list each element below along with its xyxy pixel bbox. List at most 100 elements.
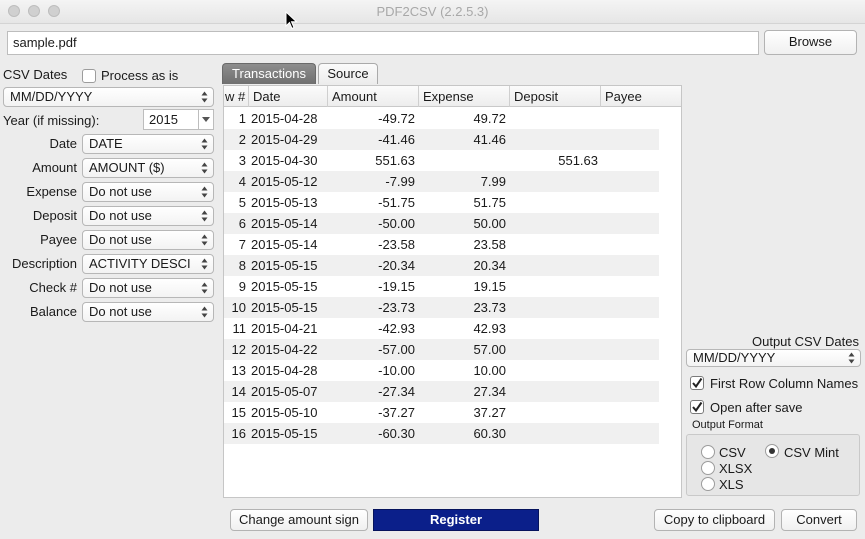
format-csv-radio[interactable] xyxy=(701,445,715,459)
column-header-row-number[interactable]: w # xyxy=(224,86,249,107)
cell-expense: 60.30 xyxy=(473,426,506,441)
cell-row-number: 15 xyxy=(231,405,246,420)
convert-button[interactable]: Convert xyxy=(781,509,857,531)
field-select-expense[interactable]: Do not use xyxy=(82,182,214,202)
tab-transactions[interactable]: Transactions xyxy=(222,63,316,84)
open-after-save-checkbox[interactable] xyxy=(690,400,704,414)
copy-to-clipboard-button[interactable]: Copy to clipboard xyxy=(654,509,775,531)
output-date-format-select[interactable]: MM/DD/YYYY xyxy=(686,349,861,367)
table-row[interactable]: 5 2015-05-13 -51.75 51.75 xyxy=(224,192,659,213)
table-row[interactable]: 1 2015-04-28 -49.72 49.72 xyxy=(224,108,659,129)
table-row[interactable]: 13 2015-04-28 -10.00 10.00 xyxy=(224,360,659,381)
column-header-amount[interactable]: Amount xyxy=(328,86,419,107)
cell-amount: -23.73 xyxy=(378,300,415,315)
cell-amount: -20.34 xyxy=(378,258,415,273)
field-select-check[interactable]: Do not use xyxy=(82,278,214,298)
updown-arrows-icon xyxy=(201,186,208,198)
cell-deposit xyxy=(510,339,598,360)
cell-amount: -23.58 xyxy=(378,237,415,252)
column-header-expense[interactable]: Expense xyxy=(419,86,510,107)
cell-expense: 23.58 xyxy=(473,237,506,252)
field-select-amount-value: AMOUNT ($) xyxy=(89,160,165,175)
file-path-input[interactable]: sample.pdf xyxy=(7,31,759,55)
cell-amount: -50.00 xyxy=(378,216,415,231)
field-select-payee[interactable]: Do not use xyxy=(82,230,214,250)
year-input[interactable]: 2015 xyxy=(143,109,199,130)
cell-date: 2015-04-21 xyxy=(251,321,318,336)
field-label-date: Date xyxy=(49,136,77,151)
cell-row-number: 5 xyxy=(238,195,246,210)
process-as-is-checkbox[interactable] xyxy=(82,69,96,83)
year-label: Year (if missing): xyxy=(3,113,100,128)
format-xls-radio[interactable] xyxy=(701,477,715,491)
cell-expense: 41.46 xyxy=(473,132,506,147)
cell-date: 2015-05-14 xyxy=(251,237,318,252)
cell-amount: -19.15 xyxy=(378,279,415,294)
cell-expense: 10.00 xyxy=(473,363,506,378)
updown-arrows-icon xyxy=(201,162,208,174)
output-format-label: Output Format xyxy=(692,419,763,431)
format-xlsx-label: XLSX xyxy=(719,461,753,476)
checkmark-icon xyxy=(692,401,703,413)
table-row[interactable]: 8 2015-05-15 -20.34 20.34 xyxy=(224,255,659,276)
cell-expense: 19.15 xyxy=(473,279,506,294)
cell-deposit xyxy=(510,402,598,423)
table-row[interactable]: 2 2015-04-29 -41.46 41.46 xyxy=(224,129,659,150)
cell-row-number: 6 xyxy=(238,216,246,231)
updown-arrows-icon xyxy=(201,138,208,150)
tab-source[interactable]: Source xyxy=(318,63,378,84)
cell-row-number: 4 xyxy=(238,174,246,189)
field-select-description[interactable]: ACTIVITY DESCI xyxy=(82,254,214,274)
year-dropdown-button[interactable] xyxy=(198,109,214,130)
table-row[interactable]: 4 2015-05-12 -7.99 7.99 xyxy=(224,171,659,192)
column-header-date[interactable]: Date xyxy=(249,86,328,107)
format-xlsx-radio[interactable] xyxy=(701,461,715,475)
table-row[interactable]: 3 2015-04-30 551.63 551.63 xyxy=(224,150,659,171)
cell-amount: -27.34 xyxy=(378,384,415,399)
cell-amount: -42.93 xyxy=(378,321,415,336)
table-row[interactable]: 9 2015-05-15 -19.15 19.15 xyxy=(224,276,659,297)
field-select-amount[interactable]: AMOUNT ($) xyxy=(82,158,214,178)
cell-expense: 37.27 xyxy=(473,405,506,420)
field-select-balance[interactable]: Do not use xyxy=(82,302,214,322)
column-header-payee[interactable]: Payee xyxy=(601,86,681,107)
field-select-date[interactable]: DATE xyxy=(82,134,214,154)
register-button[interactable]: Register xyxy=(373,509,539,531)
table-row[interactable]: 16 2015-05-15 -60.30 60.30 xyxy=(224,423,659,444)
cell-date: 2015-05-10 xyxy=(251,405,318,420)
cell-row-number: 2 xyxy=(238,132,246,147)
field-select-deposit[interactable]: Do not use xyxy=(82,206,214,226)
cell-date: 2015-05-15 xyxy=(251,300,318,315)
table-row[interactable]: 10 2015-05-15 -23.73 23.73 xyxy=(224,297,659,318)
csv-date-format-select[interactable]: MM/DD/YYYY xyxy=(3,87,214,107)
first-row-column-names-checkbox[interactable] xyxy=(690,376,704,390)
cell-date: 2015-04-22 xyxy=(251,342,318,357)
cell-deposit xyxy=(510,318,598,339)
browse-button[interactable]: Browse xyxy=(764,30,857,55)
cell-deposit xyxy=(510,276,598,297)
column-header-deposit[interactable]: Deposit xyxy=(510,86,601,107)
cell-date: 2015-05-07 xyxy=(251,384,318,399)
table-row[interactable]: 14 2015-05-07 -27.34 27.34 xyxy=(224,381,659,402)
field-select-deposit-value: Do not use xyxy=(89,208,152,223)
table-row[interactable]: 15 2015-05-10 -37.27 37.27 xyxy=(224,402,659,423)
field-select-expense-value: Do not use xyxy=(89,184,152,199)
output-csv-dates-label: Output CSV Dates xyxy=(752,334,859,349)
cell-expense: 20.34 xyxy=(473,258,506,273)
format-csv-mint-radio[interactable] xyxy=(765,444,779,458)
change-amount-sign-button[interactable]: Change amount sign xyxy=(230,509,368,531)
table-row[interactable]: 7 2015-05-14 -23.58 23.58 xyxy=(224,234,659,255)
field-select-check-value: Do not use xyxy=(89,280,152,295)
output-date-format-value: MM/DD/YYYY xyxy=(693,350,776,365)
cell-date: 2015-04-28 xyxy=(251,363,318,378)
table-row[interactable]: 12 2015-04-22 -57.00 57.00 xyxy=(224,339,659,360)
cell-amount: -51.75 xyxy=(378,195,415,210)
field-select-payee-value: Do not use xyxy=(89,232,152,247)
csv-dates-label: CSV Dates xyxy=(3,67,68,82)
updown-arrows-icon xyxy=(201,234,208,246)
table-row[interactable]: 11 2015-04-21 -42.93 42.93 xyxy=(224,318,659,339)
open-after-save-label: Open after save xyxy=(710,400,803,415)
transactions-table[interactable]: w # Date Amount Expense Deposit Payee 12… xyxy=(223,85,682,498)
cell-deposit xyxy=(510,360,598,381)
table-row[interactable]: 6 2015-05-14 -50.00 50.00 xyxy=(224,213,659,234)
